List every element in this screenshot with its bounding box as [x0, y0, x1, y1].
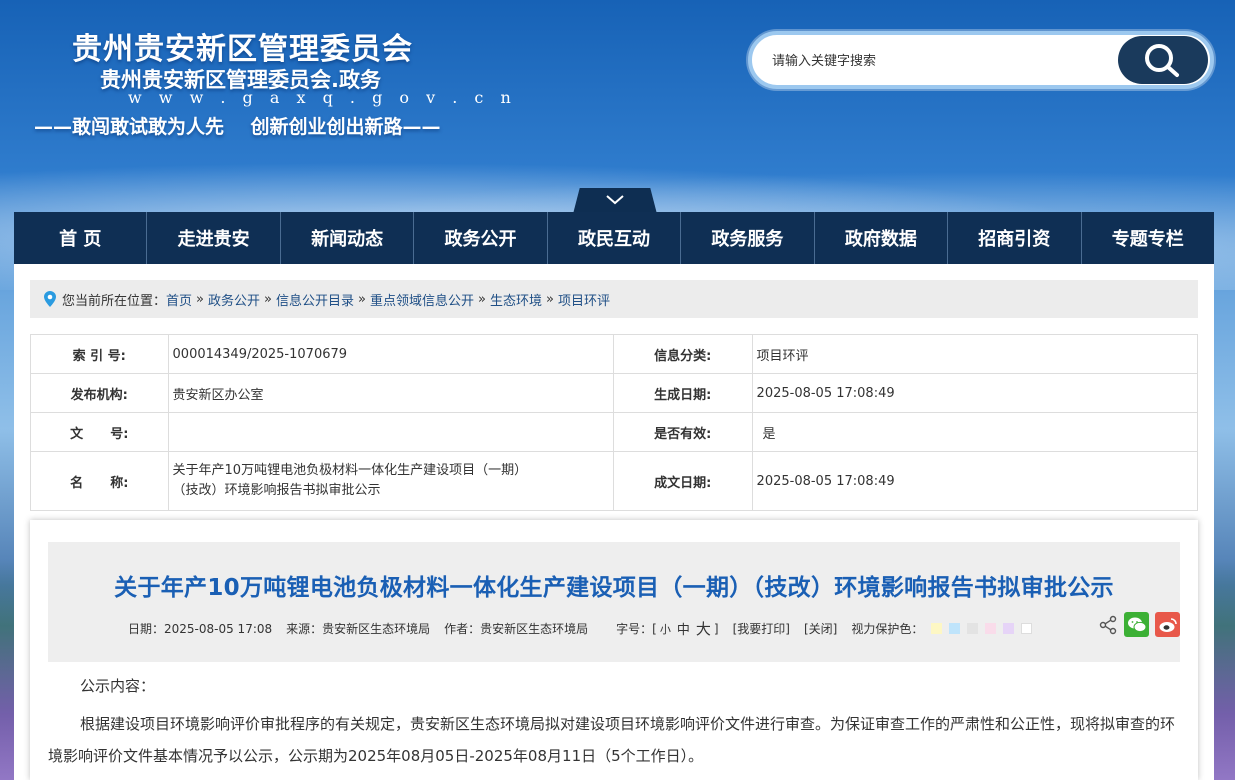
breadcrumb-separator: »: [545, 291, 554, 307]
article-header: 关于年产10万吨锂电池负极材料一体化生产建设项目（一期）（技改）环境影响报告书拟…: [48, 542, 1180, 662]
nav-item-services[interactable]: 政务服务: [681, 212, 815, 264]
name-value-line1: 关于年产10万吨锂电池负极材料一体化生产建设项目（一期）: [172, 463, 528, 478]
wechat-icon: [1127, 617, 1146, 632]
breadcrumb-government-affairs[interactable]: 政务公开: [208, 290, 260, 309]
weibo-share-icon[interactable]: [1155, 612, 1180, 637]
nav-item-special[interactable]: 专题专栏: [1082, 212, 1214, 264]
breadcrumb-separator: »: [358, 291, 366, 307]
breadcrumb-ecology[interactable]: 生态环境: [490, 290, 542, 309]
table-row: 索 引 号: 000014349/2025-1070679 信息分类: 项目环评: [30, 334, 1199, 374]
created-date-label: 生成日期:: [612, 373, 753, 413]
main-content: 您当前所在位置： 首页 » 政务公开 » 信息公开目录 » 重点领域信息公开 »…: [14, 264, 1214, 780]
publisher-label: 发布机构:: [30, 373, 169, 413]
nav-item-investment[interactable]: 招商引资: [948, 212, 1082, 264]
article-info-bar: 日期：2025-08-05 17:08 来源：贵安新区生态环境局 作者：贵安新区…: [128, 618, 1039, 639]
name-value-line2: （技改）环境影响报告书拟审批公示: [172, 483, 381, 498]
eye-protection-swatches: [931, 623, 1039, 634]
article-body-paragraph: 根据建设项目环境影响评价审批程序的有关规定，贵安新区生态环境局拟对建设项目环境影…: [48, 715, 1176, 765]
category-label: 信息分类:: [612, 334, 753, 374]
breadcrumb-home[interactable]: 首页: [166, 290, 192, 309]
breadcrumb: 您当前所在位置： 首页 » 政务公开 » 信息公开目录 » 重点领域信息公开 »…: [30, 280, 1198, 318]
site-url: w w w . g a x q . g o v . c n: [128, 88, 517, 107]
docno-label: 文 号:: [30, 412, 169, 452]
article-body: 公示内容： 根据建设项目环境影响评价审批程序的有关规定，贵安新区生态环境局拟对建…: [48, 670, 1180, 772]
name-label: 名 称:: [30, 451, 169, 511]
nav-item-home[interactable]: 首 页: [14, 212, 148, 264]
font-size-end: ]: [713, 621, 719, 636]
close-button[interactable]: [关闭]: [804, 620, 837, 637]
docno-value: [167, 412, 614, 452]
wechat-share-icon[interactable]: [1124, 612, 1149, 637]
share-icon[interactable]: [1098, 615, 1118, 635]
breadcrumb-separator: »: [477, 291, 486, 307]
article-title: 关于年产10万吨锂电池负极材料一体化生产建设项目（一期）（技改）环境影响报告书拟…: [114, 575, 1114, 601]
index-label: 索 引 号:: [30, 334, 169, 374]
table-row: 文 号: 是否有效: 是: [30, 412, 1199, 452]
article-source: 来源：贵安新区生态环境局: [286, 622, 431, 636]
article-author: 作者：贵安新区生态环境局: [444, 622, 589, 636]
font-size-label: 字号：[: [616, 622, 657, 636]
index-value: 000014349/2025-1070679: [167, 334, 614, 374]
font-size-large-button[interactable]: 大: [696, 618, 711, 639]
nav-item-news[interactable]: 新闻动态: [281, 212, 415, 264]
weibo-icon: [1159, 617, 1177, 632]
document-meta-table: 索 引 号: 000014349/2025-1070679 信息分类: 项目环评…: [30, 334, 1199, 511]
breadcrumb-prefix: 您当前所在位置：: [62, 293, 167, 309]
share-box: [1098, 612, 1180, 637]
publisher-value: 贵安新区办公室: [167, 373, 614, 413]
swatch-blue[interactable]: [949, 623, 961, 634]
table-row: 发布机构: 贵安新区办公室 生成日期: 2025-08-05 17:08:49: [30, 373, 1199, 413]
valid-label: 是否有效:: [612, 412, 753, 452]
location-pin-icon: [44, 291, 56, 307]
breadcrumb-project-eia[interactable]: 项目环评: [558, 290, 610, 309]
breadcrumb-key-areas[interactable]: 重点领域信息公开: [370, 290, 474, 309]
nav-item-interaction[interactable]: 政民互动: [548, 212, 682, 264]
breadcrumb-info-directory[interactable]: 信息公开目录: [276, 290, 354, 309]
main-nav: 首 页 走进贵安 新闻动态 政务公开 政民互动 政务服务 政府数据 招商引资 专…: [14, 212, 1214, 264]
breadcrumb-separator: »: [264, 291, 272, 307]
chevron-down-icon: [606, 195, 624, 205]
search-button[interactable]: [1118, 36, 1208, 84]
name-value: 关于年产10万吨锂电池负极材料一体化生产建设项目（一期） （技改）环境影响报告书…: [167, 451, 614, 511]
article-date: 日期：2025-08-05 17:08: [128, 622, 273, 636]
swatch-pink[interactable]: [985, 623, 997, 634]
swatch-yellow[interactable]: [931, 623, 943, 634]
print-button[interactable]: [我要打印]: [733, 620, 790, 637]
font-size-small-button[interactable]: 小: [660, 621, 671, 637]
nav-toggle[interactable]: [573, 188, 657, 214]
article-body-label: 公示内容：: [80, 677, 156, 695]
nav-item-about[interactable]: 走进贵安: [147, 212, 281, 264]
site-title: 贵州贵安新区管理委员会: [72, 32, 413, 67]
table-row: 名 称: 关于年产10万吨锂电池负极材料一体化生产建设项目（一期） （技改）环境…: [30, 451, 1199, 511]
nav-item-government-affairs[interactable]: 政务公开: [414, 212, 548, 264]
site-slogan: ——敢闯敢试敢为人先 创新创业创出新路——: [34, 116, 441, 138]
search-input[interactable]: [772, 49, 1102, 73]
article-panel: 关于年产10万吨锂电池负极材料一体化生产建设项目（一期）（技改）环境影响报告书拟…: [30, 520, 1198, 780]
created-date-value: 2025-08-05 17:08:49: [751, 373, 1199, 413]
swatch-gray[interactable]: [967, 623, 979, 634]
breadcrumb-separator: »: [196, 291, 204, 307]
site-header: 贵州贵安新区管理委员会 贵州贵安新区管理委员会.政务 w w w . g a x…: [0, 0, 1235, 190]
font-size-medium-button[interactable]: 中: [677, 619, 690, 638]
search-box: [748, 31, 1214, 89]
written-date-label: 成文日期:: [612, 451, 753, 511]
search-icon: [1145, 44, 1179, 77]
valid-value: 是: [751, 412, 1199, 452]
eye-protection-label: 视力保护色：: [851, 622, 924, 636]
nav-item-data[interactable]: 政府数据: [815, 212, 949, 264]
swatch-white[interactable]: [1021, 623, 1033, 634]
category-value: 项目环评: [751, 334, 1199, 374]
swatch-purple[interactable]: [1003, 623, 1015, 634]
written-date-value: 2025-08-05 17:08:49: [751, 451, 1199, 511]
